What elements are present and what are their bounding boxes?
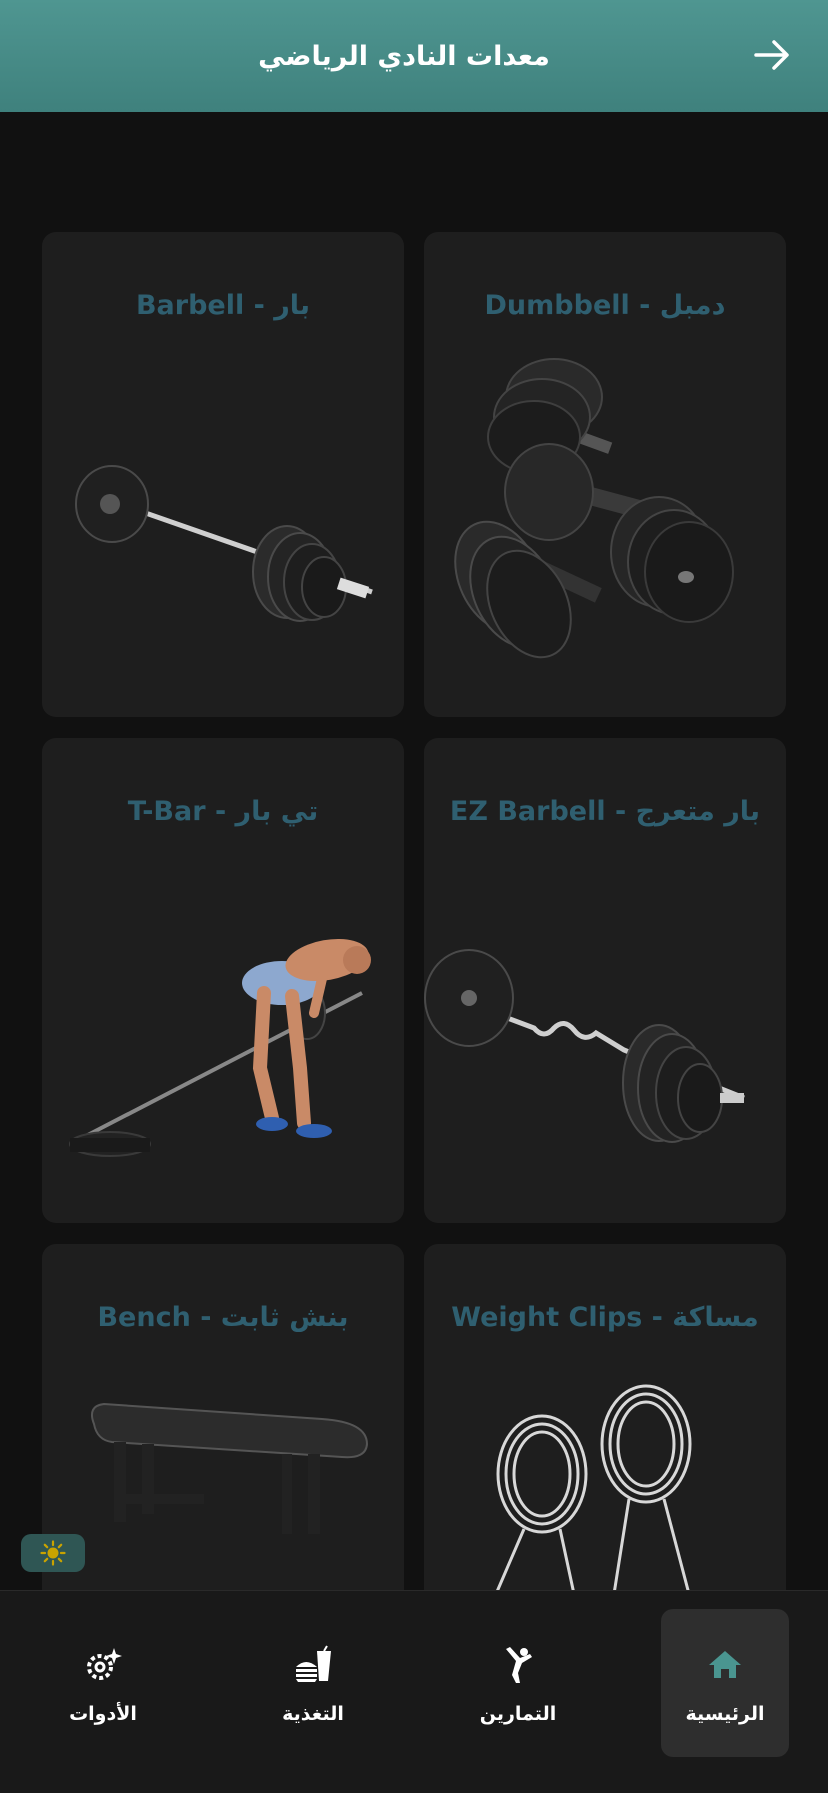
- t-bar-image: [69, 938, 371, 1157]
- ez-barbell-image: [424, 949, 745, 1143]
- nav-exercises-label: التمارين: [479, 1703, 557, 1725]
- bottom-nav: الرئيسية التمارين التغذية الأدوات: [0, 1590, 828, 1793]
- equipment-grid: دمبل - Dumbbell بار - Barbell بار متعرج …: [0, 0, 828, 1792]
- theme-toggle[interactable]: [21, 1534, 85, 1572]
- card-barbell[interactable]: بار - Barbell: [42, 232, 404, 717]
- card-dumbbell[interactable]: دمبل - Dumbbell: [424, 232, 786, 717]
- burger-drink-icon: [296, 1645, 331, 1682]
- gear-sparkle-icon: [87, 1648, 122, 1680]
- card-ez-barbell[interactable]: بار متعرج - EZ Barbell: [424, 738, 786, 1223]
- nav-tools-label: الأدوات: [69, 1703, 137, 1725]
- nav-home-label: الرئيسية: [685, 1703, 765, 1725]
- martial-arts-icon: [506, 1647, 532, 1683]
- dumbbell-image: [454, 358, 734, 659]
- nav-tools[interactable]: الأدوات: [39, 1609, 167, 1757]
- sun-icon: [40, 1540, 66, 1566]
- nav-nutrition[interactable]: التغذية: [249, 1609, 377, 1757]
- card-t-bar[interactable]: تي بار - T-Bar: [42, 738, 404, 1223]
- nav-home[interactable]: الرئيسية: [661, 1609, 789, 1757]
- nav-nutrition-label: التغذية: [282, 1703, 344, 1725]
- home-icon: [709, 1651, 741, 1678]
- nav-exercises[interactable]: التمارين: [454, 1609, 582, 1757]
- barbell-image: [75, 465, 373, 622]
